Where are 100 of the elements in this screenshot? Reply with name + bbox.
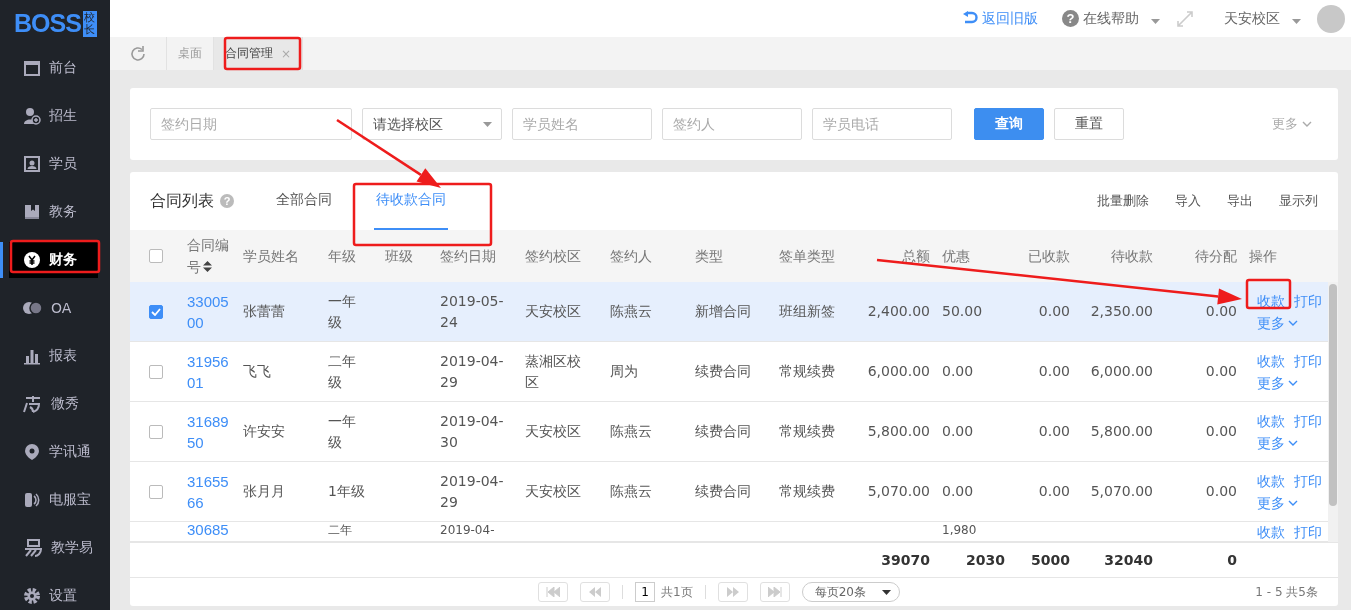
first-page-icon (546, 587, 560, 597)
back-to-old-version-link[interactable]: 返回旧版 (962, 9, 1038, 28)
table-cell-text: 周为 (610, 362, 638, 381)
table-cell-text: 0.00 (1205, 482, 1237, 501)
query-button[interactable]: 查询 (974, 108, 1044, 140)
row-checkbox[interactable] (149, 304, 163, 319)
table-cell-text: 0.00 (942, 482, 974, 501)
page-total-text: 共1页 (661, 583, 693, 601)
caret-down-icon (483, 122, 492, 127)
table-cell-text: 常规续费 (779, 422, 835, 441)
first-page-button[interactable] (538, 582, 568, 602)
campus-switcher[interactable]: 天安校区 (1224, 9, 1301, 28)
table-cell-text: 常规续费 (779, 482, 835, 501)
table-cell-text: 5,070.00 (1090, 482, 1153, 501)
caret-down-icon (1292, 18, 1301, 24)
table-cell-text: 5,070.00 (867, 482, 930, 501)
last-page-button[interactable] (759, 582, 790, 602)
action-link[interactable]: 收款 (1257, 522, 1285, 542)
toolbar-action[interactable]: 显示列 (1279, 172, 1318, 230)
expand-icon[interactable] (1176, 9, 1194, 28)
more-menu-link[interactable]: 更多 (1257, 492, 1298, 513)
contract-number-link[interactable]: 3168950 (187, 410, 231, 453)
scrollbar[interactable] (1328, 282, 1338, 542)
yen-coin-icon (23, 251, 41, 269)
sidebar-item[interactable]: OA (0, 284, 110, 332)
total-cell-text: 2030 (966, 550, 1005, 570)
toolbar-action[interactable]: 导入 (1175, 172, 1201, 230)
table-cell-text: 张月月 (243, 482, 285, 501)
sidebar-item[interactable]: 电服宝 (0, 476, 110, 524)
table-cell-text: 6,000.00 (1090, 362, 1153, 381)
rewind-icon (589, 587, 601, 597)
id-card-icon (23, 155, 41, 173)
search-field[interactable]: 签约人 (662, 108, 802, 140)
sidebar-item[interactable]: 报表 (0, 332, 110, 380)
next-page-button[interactable] (717, 582, 748, 602)
column-header: 类型 (695, 246, 723, 266)
column-header: 签约人 (610, 246, 652, 266)
help-menu-button[interactable]: ? 在线帮助 (1062, 9, 1160, 28)
bar-chart-icon (23, 347, 41, 365)
list-tab[interactable]: 全部合同 (274, 172, 334, 230)
table-cell-text: 5,800.00 (867, 422, 930, 441)
sidebar-item[interactable]: 微秀 (0, 380, 110, 428)
action-link[interactable]: 收款 (1257, 410, 1285, 431)
table-cell-text: 0.00 (1205, 422, 1237, 441)
contract-number-link[interactable]: 30685 (187, 522, 229, 538)
sidebar-item[interactable]: 教学易 (0, 524, 110, 572)
page-size-select[interactable]: 每页20条 (801, 582, 900, 602)
table-cell-text: 50.00 (942, 302, 983, 321)
more-menu-link[interactable]: 更多 (1257, 432, 1298, 453)
sidebar-item[interactable]: 前台 (0, 44, 110, 92)
row-checkbox[interactable] (149, 484, 163, 499)
action-link[interactable]: 打印 (1294, 350, 1322, 371)
column-header: 优惠 (942, 246, 970, 266)
table-cell-text: 0.00 (1038, 362, 1070, 381)
caret-down-icon (881, 589, 891, 595)
table-cell-text: 二年级 (328, 351, 357, 392)
sidebar-item[interactable]: 教务 (0, 188, 110, 236)
contract-number-link[interactable]: 3165566 (187, 470, 231, 513)
search-field[interactable]: 学员电话 (812, 108, 952, 140)
table-cell-text: 0.00 (1038, 422, 1070, 441)
table-cell-text: 常规续费 (779, 362, 835, 381)
row-checkbox[interactable] (149, 364, 163, 379)
table-cell-text: 5,800.00 (1090, 422, 1153, 441)
settings-icon (23, 587, 41, 605)
logo-text: BOSS (14, 10, 81, 36)
sidebar-item[interactable]: 招生 (0, 92, 110, 140)
toolbar-action[interactable]: 导出 (1227, 172, 1253, 230)
campus-select[interactable]: 请选择校区 (362, 108, 502, 140)
last-page-icon (767, 587, 782, 597)
table-cell-text: 陈燕云 (610, 482, 652, 501)
more-menu-link[interactable]: 更多 (1257, 372, 1298, 393)
action-link[interactable]: 收款 (1257, 350, 1285, 371)
column-header: 待分配 (1195, 246, 1237, 266)
sidebar-item[interactable]: 学讯通 (0, 428, 110, 476)
select-all-checkbox[interactable] (149, 249, 163, 263)
column-header: 年级 (328, 246, 356, 266)
toolbar-action[interactable]: 批量删除 (1097, 172, 1149, 230)
page-number-field[interactable]: 1 (635, 582, 655, 602)
table-cell-text: 蒸湘区校区 (525, 351, 582, 392)
sidebar-item[interactable]: 学员 (0, 140, 110, 188)
action-link[interactable]: 打印 (1294, 522, 1322, 542)
search-field[interactable]: 签约日期 (150, 108, 352, 140)
avatar[interactable] (1317, 4, 1345, 33)
table-cell-text: 0.00 (1038, 482, 1070, 501)
table-cell-text: 天安校区 (525, 482, 581, 501)
previous-page-button[interactable] (580, 582, 610, 602)
column-header: 签单类型 (779, 246, 835, 266)
action-link[interactable]: 打印 (1294, 410, 1322, 431)
table-cell: 二年 (328, 522, 352, 538)
row-checkbox[interactable] (149, 424, 163, 439)
reset-button[interactable]: 重置 (1054, 108, 1124, 140)
action-link[interactable]: 收款 (1257, 470, 1285, 491)
sidebar-item[interactable]: 设置 (0, 572, 110, 610)
refresh-icon[interactable] (129, 44, 147, 63)
action-link[interactable]: 打印 (1294, 470, 1322, 491)
contract-number-link[interactable]: 3195601 (187, 350, 231, 393)
search-field[interactable]: 学员姓名 (512, 108, 652, 140)
column-header: 签约校区 (525, 246, 581, 266)
sortable-column-header[interactable]: 合同编号 (187, 234, 231, 278)
table-cell-text: 许安安 (243, 422, 285, 441)
